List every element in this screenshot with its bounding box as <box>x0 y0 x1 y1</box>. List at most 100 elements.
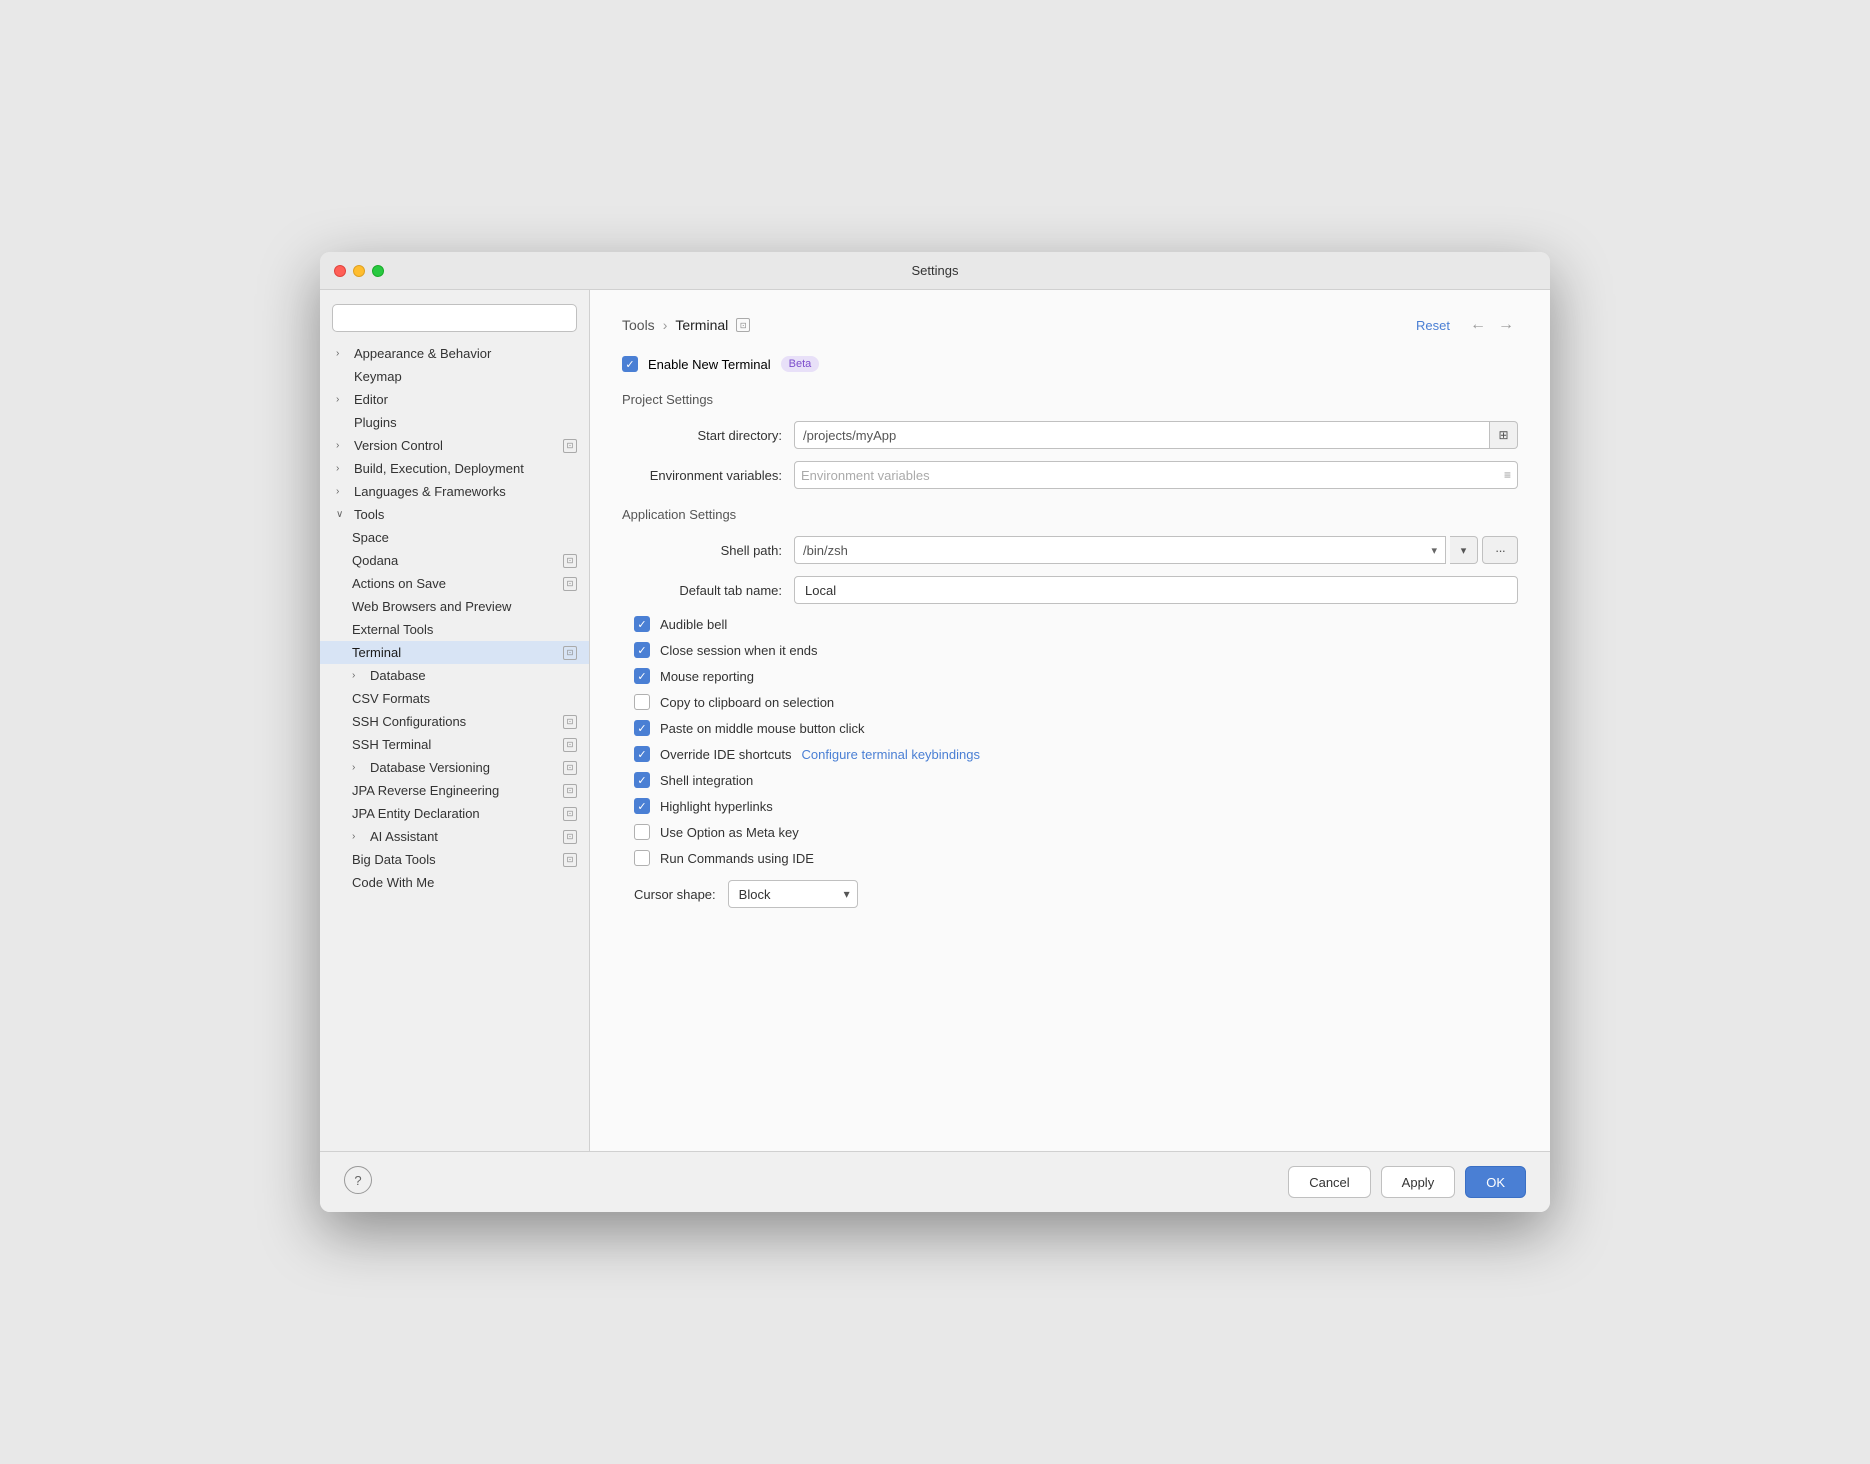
minimize-button[interactable] <box>353 265 365 277</box>
sidebar-item-jpa-reverse[interactable]: JPA Reverse Engineering ⊡ <box>320 779 589 802</box>
sidebar-item-csv-formats-label: CSV Formats <box>352 691 430 706</box>
enable-terminal-label: Enable New Terminal <box>648 357 771 372</box>
sidebar-item-database[interactable]: › Database <box>320 664 589 687</box>
pin-icon: ⊡ <box>563 439 577 453</box>
sidebar-item-keymap[interactable]: Keymap <box>320 365 589 388</box>
pin-icon: ⊡ <box>563 577 577 591</box>
sidebar-item-ssh-terminal-label: SSH Terminal <box>352 737 431 752</box>
sidebar-item-space[interactable]: Space <box>320 526 589 549</box>
sidebar-item-version-control-label: Version Control <box>354 438 443 453</box>
sidebar-item-appearance[interactable]: › Appearance & Behavior <box>320 342 589 365</box>
content-header: Tools › Terminal ⊡ Reset ← → <box>622 314 1518 336</box>
cancel-button[interactable]: Cancel <box>1288 1166 1370 1198</box>
shell-integration-checkbox[interactable]: ✓ <box>634 772 650 788</box>
close-button[interactable] <box>334 265 346 277</box>
ok-button[interactable]: OK <box>1465 1166 1526 1198</box>
search-wrapper: ⌕ <box>332 304 577 332</box>
shell-path-value: /bin/zsh <box>803 543 848 558</box>
reset-button[interactable]: Reset <box>1416 318 1450 333</box>
checkbox-row-shell-integration: ✓ Shell integration <box>634 772 1518 788</box>
shell-path-wrapper: /bin/zsh ▾ ▾ ··· <box>794 536 1518 564</box>
forward-button[interactable]: → <box>1494 314 1518 336</box>
help-button[interactable]: ? <box>344 1166 372 1194</box>
sidebar-item-version-control[interactable]: › Version Control ⊡ <box>320 434 589 457</box>
pin-icon: ⊡ <box>563 715 577 729</box>
breadcrumb-pin-icon[interactable]: ⊡ <box>736 318 750 332</box>
checkbox-row-override-shortcuts: ✓ Override IDE shortcuts Configure termi… <box>634 746 1518 762</box>
env-variables-button[interactable]: ≡ <box>1504 468 1511 482</box>
main-content: ⌕ › Appearance & Behavior Keymap › Edito… <box>320 290 1550 1151</box>
nav-arrows: ← → <box>1466 314 1518 336</box>
copy-clipboard-checkbox[interactable] <box>634 694 650 710</box>
enable-terminal-checkbox[interactable]: ✓ <box>622 356 638 372</box>
sidebar-item-ssh-configurations-label: SSH Configurations <box>352 714 466 729</box>
sidebar-item-qodana[interactable]: Qodana ⊡ <box>320 549 589 572</box>
sidebar-item-actions-on-save[interactable]: Actions on Save ⊡ <box>320 572 589 595</box>
sidebar-item-external-tools[interactable]: External Tools <box>320 618 589 641</box>
sidebar-item-db-versioning-label: Database Versioning <box>370 760 490 775</box>
sidebar-item-csv-formats[interactable]: CSV Formats <box>320 687 589 710</box>
sidebar-item-code-with-me-label: Code With Me <box>352 875 434 890</box>
default-tab-input[interactable] <box>794 576 1518 604</box>
close-session-checkbox[interactable]: ✓ <box>634 642 650 658</box>
run-commands-checkbox[interactable] <box>634 850 650 866</box>
start-directory-label: Start directory: <box>622 428 782 443</box>
back-button[interactable]: ← <box>1466 314 1490 336</box>
sidebar-item-languages[interactable]: › Languages & Frameworks <box>320 480 589 503</box>
start-directory-row: Start directory: ⊞ <box>622 421 1518 449</box>
maximize-button[interactable] <box>372 265 384 277</box>
sidebar-item-ssh-configurations[interactable]: SSH Configurations ⊡ <box>320 710 589 733</box>
cursor-shape-wrapper: Cursor shape: Block Underline Beam <box>634 880 1518 908</box>
pin-icon: ⊡ <box>563 738 577 752</box>
mouse-reporting-checkbox[interactable]: ✓ <box>634 668 650 684</box>
sidebar-item-jpa-entity[interactable]: JPA Entity Declaration ⊡ <box>320 802 589 825</box>
breadcrumb-parent: Tools <box>622 317 655 333</box>
sidebar-item-code-with-me[interactable]: Code With Me <box>320 871 589 894</box>
checkbox-row-mouse-reporting: ✓ Mouse reporting <box>634 668 1518 684</box>
sidebar-item-terminal[interactable]: Terminal ⊡ <box>320 641 589 664</box>
shell-more-button[interactable]: ··· <box>1482 536 1518 564</box>
use-option-meta-checkbox[interactable] <box>634 824 650 840</box>
sidebar-item-ssh-terminal[interactable]: SSH Terminal ⊡ <box>320 733 589 756</box>
sidebar-item-database-versioning[interactable]: › Database Versioning ⊡ <box>320 756 589 779</box>
sidebar-item-jpa-reverse-label: JPA Reverse Engineering <box>352 783 499 798</box>
sidebar-item-tools[interactable]: ∨ Tools <box>320 503 589 526</box>
shell-path-label: Shell path: <box>622 543 782 558</box>
sidebar-item-plugins[interactable]: Plugins <box>320 411 589 434</box>
cursor-shape-label: Cursor shape: <box>634 887 716 902</box>
highlight-hyperlinks-label: Highlight hyperlinks <box>660 799 773 814</box>
header-actions: Reset ← → <box>1416 314 1518 336</box>
audible-bell-label: Audible bell <box>660 617 727 632</box>
sidebar-item-build-label: Build, Execution, Deployment <box>354 461 524 476</box>
shell-path-row: Shell path: /bin/zsh ▾ ▾ ··· <box>622 536 1518 564</box>
chevron-down-icon: ∨ <box>336 509 348 520</box>
search-input[interactable] <box>332 304 577 332</box>
sidebar-item-ai-assistant[interactable]: › AI Assistant ⊡ <box>320 825 589 848</box>
traffic-lights <box>334 265 384 277</box>
apply-button[interactable]: Apply <box>1381 1166 1456 1198</box>
pin-icon: ⊡ <box>563 853 577 867</box>
audible-bell-checkbox[interactable]: ✓ <box>634 616 650 632</box>
shell-path-input[interactable]: /bin/zsh ▾ <box>794 536 1446 564</box>
shell-dropdown-button[interactable]: ▾ <box>1450 536 1478 564</box>
content-area: Tools › Terminal ⊡ Reset ← → ✓ Enable Ne… <box>590 290 1550 1151</box>
start-directory-input[interactable] <box>794 421 1490 449</box>
sidebar-item-build[interactable]: › Build, Execution, Deployment <box>320 457 589 480</box>
highlight-hyperlinks-checkbox[interactable]: ✓ <box>634 798 650 814</box>
sidebar-item-ai-assistant-label: AI Assistant <box>370 829 438 844</box>
env-variables-input-wrapper[interactable]: Environment variables ≡ <box>794 461 1518 489</box>
override-shortcuts-checkbox[interactable]: ✓ <box>634 746 650 762</box>
sidebar-item-web-browsers[interactable]: Web Browsers and Preview <box>320 595 589 618</box>
start-directory-browse-button[interactable]: ⊞ <box>1490 421 1518 449</box>
env-variables-row: Environment variables: Environment varia… <box>622 461 1518 489</box>
sidebar-item-big-data-tools[interactable]: Big Data Tools ⊡ <box>320 848 589 871</box>
sidebar-item-appearance-label: Appearance & Behavior <box>354 346 491 361</box>
cursor-shape-select[interactable]: Block Underline Beam <box>728 880 858 908</box>
close-session-label: Close session when it ends <box>660 643 818 658</box>
sidebar-item-actions-label: Actions on Save <box>352 576 446 591</box>
paste-middle-checkbox[interactable]: ✓ <box>634 720 650 736</box>
sidebar-item-editor[interactable]: › Editor <box>320 388 589 411</box>
configure-keybindings-link[interactable]: Configure terminal keybindings <box>802 747 980 762</box>
chevron-down-icon: ▾ <box>1431 544 1437 557</box>
sidebar-item-editor-label: Editor <box>354 392 388 407</box>
